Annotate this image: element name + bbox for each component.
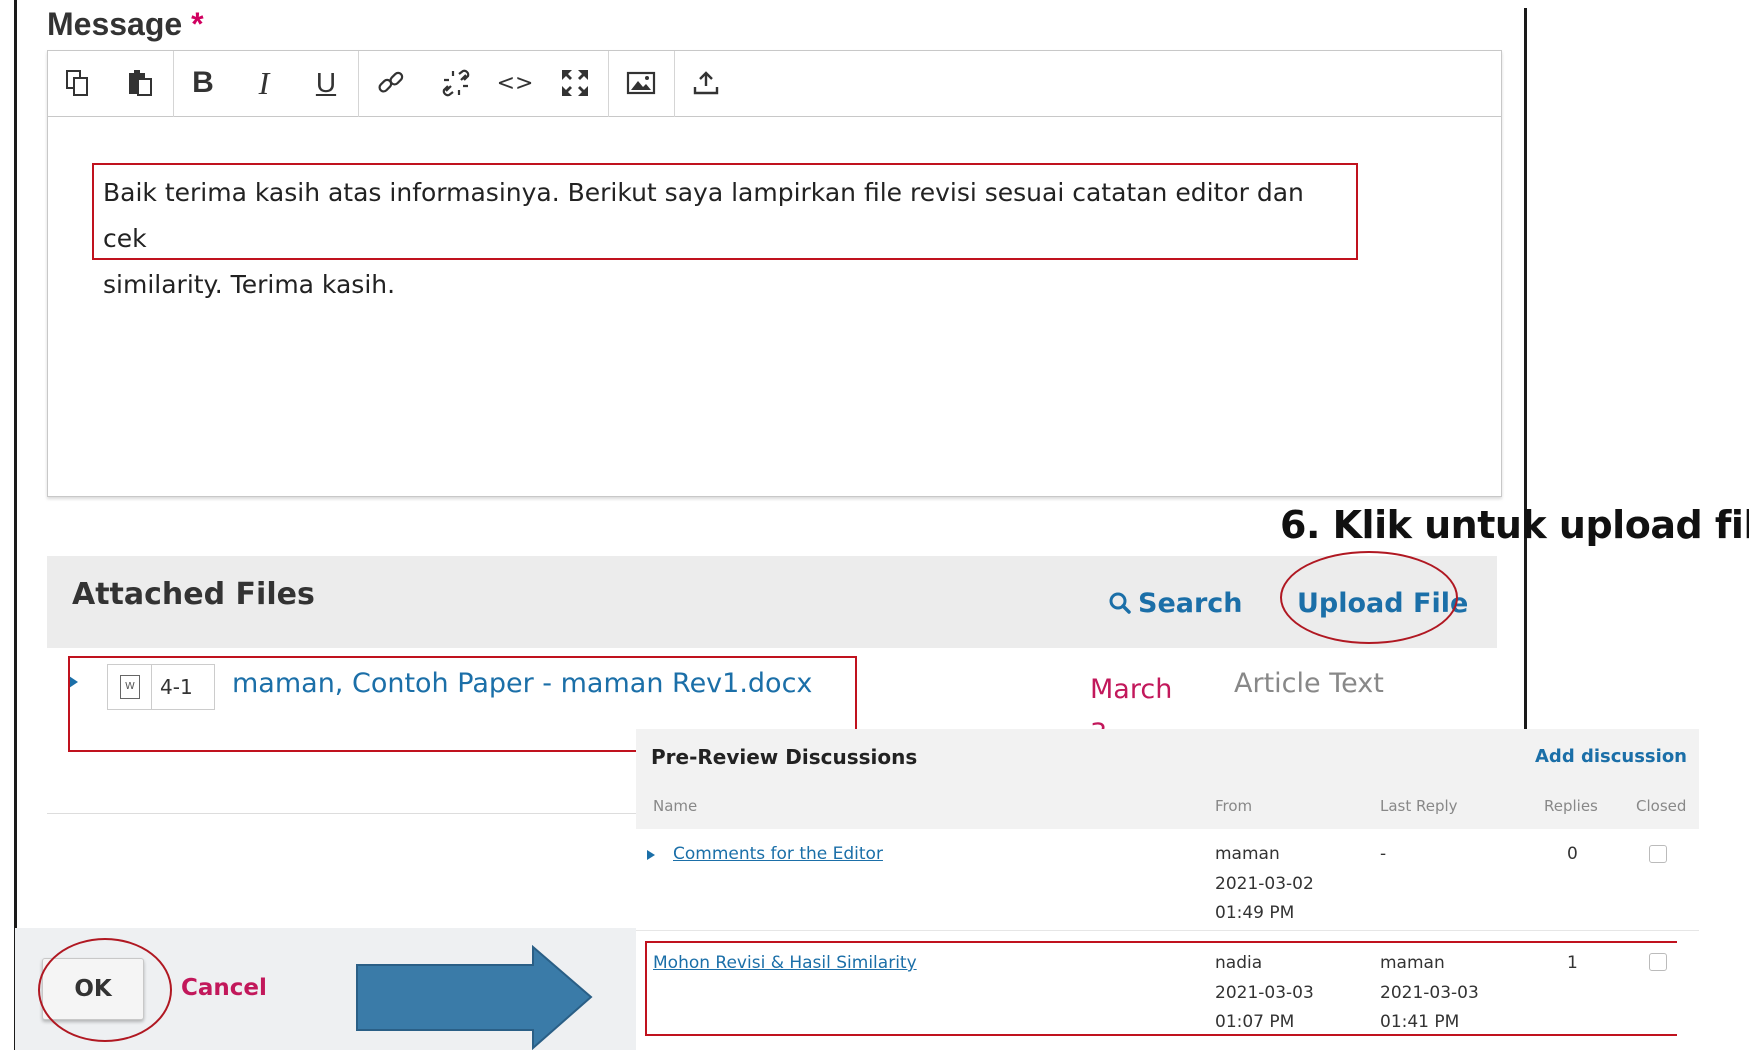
right-divider-line bbox=[1524, 8, 1527, 729]
paste-icon[interactable] bbox=[120, 63, 160, 103]
add-discussion-link[interactable]: Add discussion bbox=[1535, 746, 1687, 767]
left-border-line bbox=[14, 0, 17, 1050]
bold-icon[interactable]: B bbox=[183, 63, 223, 103]
file-type: Article Text bbox=[1234, 668, 1384, 699]
row1-from: maman 2021-03-02 01:49 PM bbox=[1215, 840, 1314, 929]
ok-highlight-ring bbox=[38, 938, 172, 1042]
required-mark: * bbox=[191, 6, 204, 42]
copy-icon[interactable] bbox=[57, 63, 97, 103]
editor-toolbar: B I U <> bbox=[48, 51, 1501, 117]
link-icon[interactable] bbox=[371, 63, 411, 103]
attached-files-title: Attached Files bbox=[72, 577, 315, 612]
toolbar-group-image bbox=[609, 51, 675, 117]
search-icon bbox=[1109, 592, 1131, 614]
toolbar-group-clipboard bbox=[48, 51, 174, 117]
column-from: From bbox=[1215, 797, 1253, 815]
message-line-2: similarity. Terima kasih. bbox=[103, 270, 396, 299]
row1-from-user: maman bbox=[1215, 844, 1280, 864]
row-separator bbox=[636, 930, 1699, 931]
column-last-reply: Last Reply bbox=[1380, 797, 1458, 815]
row-expand-icon[interactable] bbox=[647, 850, 655, 860]
image-icon[interactable] bbox=[621, 63, 661, 103]
message-label: Message * bbox=[47, 6, 204, 43]
upload-icon[interactable] bbox=[686, 63, 726, 103]
fullscreen-icon[interactable] bbox=[555, 63, 595, 103]
discussion-highlight-box bbox=[645, 941, 1677, 1036]
discussions-title: Pre-Review Discussions bbox=[651, 745, 918, 769]
cancel-link[interactable]: Cancel bbox=[181, 975, 267, 1001]
row1-replies: 0 bbox=[1567, 844, 1578, 864]
toolbar-group-links: <> bbox=[359, 51, 609, 117]
row1-closed-checkbox[interactable] bbox=[1649, 845, 1667, 863]
message-label-text: Message bbox=[47, 6, 183, 42]
underline-icon[interactable]: U bbox=[306, 63, 346, 103]
row1-from-time: 01:49 PM bbox=[1215, 903, 1295, 923]
column-name: Name bbox=[653, 797, 698, 815]
italic-icon[interactable]: I bbox=[244, 63, 284, 103]
toolbar-group-format: B I U bbox=[174, 51, 359, 117]
discussion-link-comments[interactable]: Comments for the Editor bbox=[673, 844, 883, 864]
unlink-icon[interactable] bbox=[436, 63, 476, 103]
instruction-callout: 6. Klik untuk upload file bbox=[1280, 503, 1749, 547]
search-link[interactable]: Search bbox=[1108, 588, 1243, 619]
discussions-column-header bbox=[636, 787, 1699, 829]
arrow-right-icon bbox=[356, 945, 593, 1050]
code-icon[interactable]: <> bbox=[495, 63, 535, 103]
screenshot-stage: Message * B I U <> Baik terima kasih ata… bbox=[0, 0, 1749, 1050]
row1-from-date: 2021-03-02 bbox=[1215, 873, 1314, 894]
search-label: Search bbox=[1138, 588, 1243, 619]
upload-highlight-ring bbox=[1280, 551, 1458, 644]
column-replies: Replies bbox=[1544, 797, 1598, 815]
message-highlight-box bbox=[92, 163, 1358, 260]
column-closed: Closed bbox=[1636, 797, 1687, 815]
row1-last-reply: - bbox=[1380, 844, 1387, 864]
file-date: March 3 bbox=[1090, 674, 1173, 730]
